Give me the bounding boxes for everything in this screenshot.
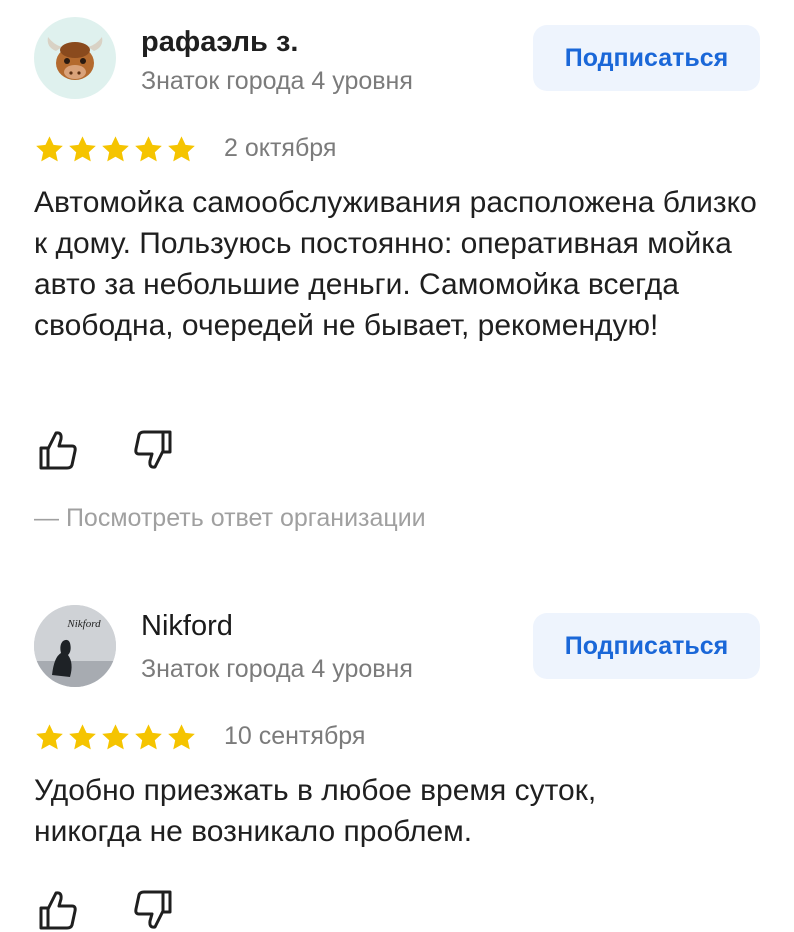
rating-stars	[34, 134, 197, 165]
star-icon	[69, 724, 96, 750]
thumbs-up-icon[interactable]	[36, 428, 80, 472]
avatar[interactable]: Nikford	[34, 605, 116, 687]
star-icon	[168, 724, 195, 750]
thumbs-up-icon[interactable]	[36, 888, 80, 932]
author-name[interactable]: Nikford	[141, 610, 233, 643]
star-icon	[102, 136, 129, 162]
avatar[interactable]	[34, 17, 116, 99]
yak-icon	[47, 37, 103, 80]
user-photo-icon: Nikford	[34, 605, 116, 687]
review-text: Автомойка самообслуживания расположена б…	[34, 186, 757, 342]
avatar-signature: Nikford	[66, 618, 101, 630]
thumbs-down-icon[interactable]	[131, 428, 175, 472]
view-organization-answer-link[interactable]: — Посмотреть ответ организации	[34, 504, 426, 533]
star-icon	[135, 724, 162, 750]
subscribe-button[interactable]: Подписаться	[533, 613, 760, 679]
author-level: Знаток города 4 уровня	[141, 67, 413, 95]
subscribe-button[interactable]: Подписаться	[533, 25, 760, 91]
rating-stars	[34, 722, 197, 753]
author-level: Знаток города 4 уровня	[141, 655, 413, 683]
review-text: Удобно приезжать в любое время суток, ни…	[34, 774, 597, 848]
star-icon	[168, 136, 195, 162]
star-icon	[36, 724, 63, 750]
review-date: 10 сентября	[224, 722, 366, 750]
author-name[interactable]: рафаэль з.	[141, 26, 298, 59]
review-card: рафаэль з. Знаток города 4 уровня Подпис…	[0, 0, 794, 560]
review-date: 2 октября	[224, 134, 337, 162]
star-icon	[135, 136, 162, 162]
thumbs-down-icon[interactable]	[131, 888, 175, 932]
star-icon	[102, 724, 129, 750]
review-card: Nikford Nikford Знаток города 4 уровня П…	[0, 588, 794, 930]
star-icon	[36, 136, 63, 162]
star-icon	[69, 136, 96, 162]
